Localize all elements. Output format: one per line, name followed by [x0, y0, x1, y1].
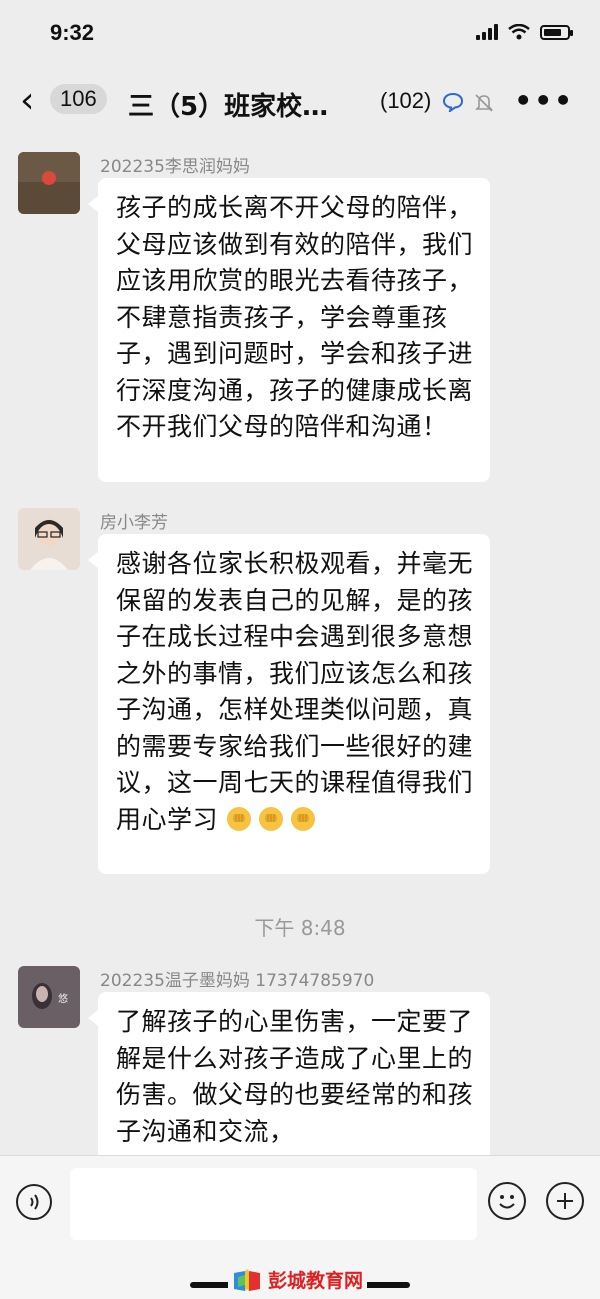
- bell-muted-icon: [475, 94, 493, 112]
- fist-emoji: [291, 806, 316, 831]
- watermark-text: 彭城教育网: [268, 1270, 364, 1292]
- sender-name: 房小李芳: [100, 513, 168, 533]
- status-time: 9:32: [50, 20, 95, 45]
- plus-icon[interactable]: [546, 1182, 584, 1220]
- more-options-icon[interactable]: •••: [514, 84, 574, 117]
- emoji-icon[interactable]: [488, 1182, 526, 1220]
- back-unread-count[interactable]: 106: [50, 84, 107, 114]
- site-watermark: 彭城教育网: [228, 1266, 368, 1293]
- fist-emoji: [259, 806, 284, 831]
- message-bubble[interactable]: 了解孩子的心里伤害，一定要了解是什么对孩子造成了心里上的伤害。做父母的也要经常的…: [88, 992, 490, 1162]
- battery-icon: [540, 24, 573, 40]
- chevron-left-icon[interactable]: ‹: [20, 80, 34, 121]
- message-bubble[interactable]: 孩子的成长离不开父母的陪伴，父母应该做到有效的陪伴，我们应该用欣赏的眼光去看待孩…: [88, 178, 490, 482]
- chat-title: 三（5）班家校…: [128, 92, 329, 122]
- message-text: 感谢各位家长积极观看，并毫无保留的发表自己的见解，是的孩子在成长过程中会遇到很多…: [116, 549, 474, 834]
- message-input[interactable]: [70, 1168, 477, 1240]
- cellular-signal-icon: [476, 24, 498, 40]
- svg-text:悠: 悠: [58, 992, 68, 1005]
- wifi-icon: [508, 24, 530, 40]
- voice-icon[interactable]: [16, 1184, 52, 1220]
- avatar[interactable]: [18, 508, 80, 570]
- chat-timestamp: 下午 8:48: [254, 916, 346, 940]
- fist-emoji: [227, 806, 252, 831]
- avatar[interactable]: [18, 152, 80, 214]
- chat-bubble-icon: [442, 92, 464, 112]
- chat-header: ‹ 106 三（5）班家校… (102) •••: [0, 70, 600, 132]
- message-bubble[interactable]: 感谢各位家长积极观看，并毫无保留的发表自己的见解，是的孩子在成长过程中会遇到很多…: [88, 534, 490, 874]
- member-count: (102): [380, 88, 432, 113]
- book-logo-icon: [234, 1268, 260, 1291]
- status-icons: [476, 24, 573, 40]
- sender-name: 202235温子墨妈妈 17374785970: [100, 971, 375, 991]
- avatar[interactable]: 悠: [18, 966, 80, 1028]
- input-bar: 彭城教育网: [0, 1155, 600, 1299]
- status-bar: 9:32: [0, 0, 600, 70]
- sender-name: 202235李思润妈妈: [100, 157, 250, 177]
